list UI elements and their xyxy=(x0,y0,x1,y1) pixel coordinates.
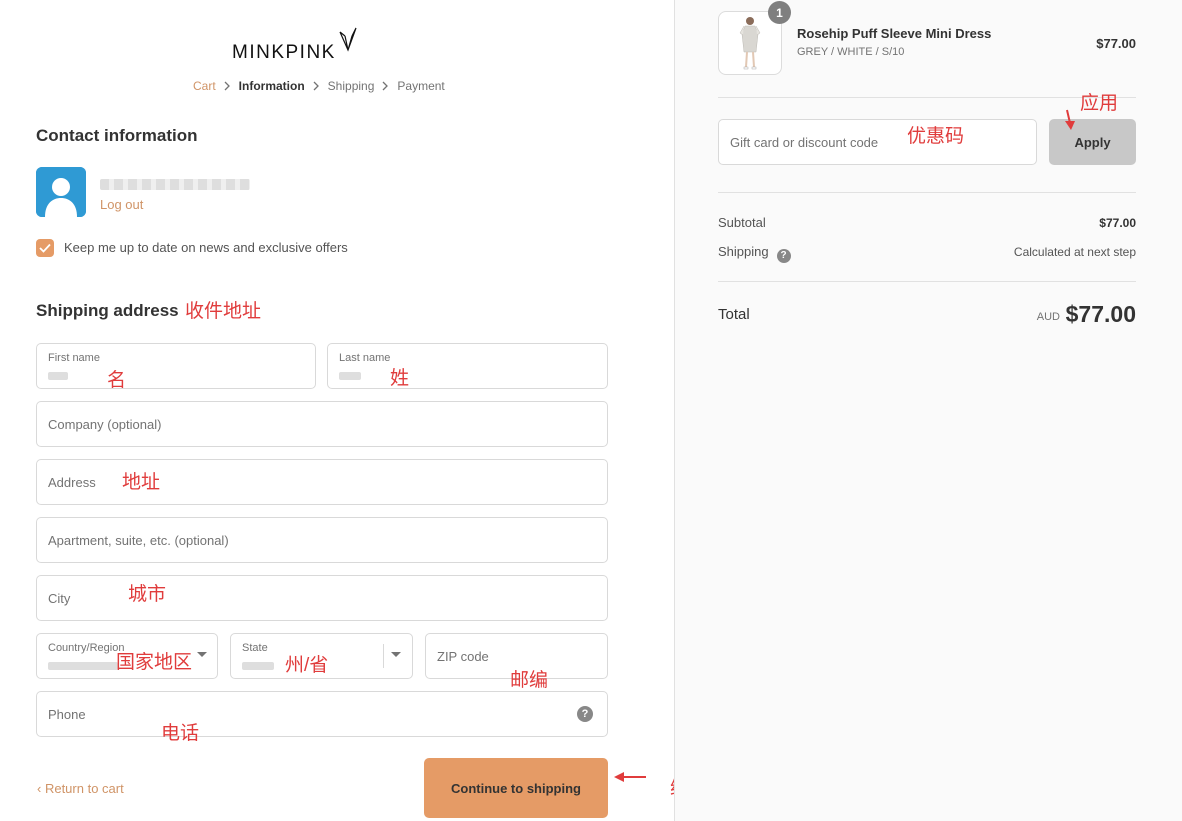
phone-placeholder: Phone xyxy=(48,706,86,722)
apartment-placeholder: Apartment, suite, etc. (optional) xyxy=(48,532,229,548)
annotation-zip: 邮编 xyxy=(510,670,549,691)
breadcrumb-cart[interactable]: Cart xyxy=(193,79,216,93)
annotation-phone: 电话 xyxy=(161,723,200,744)
annotation-arrow-down-icon xyxy=(1065,109,1075,130)
zip-placeholder: ZIP code xyxy=(437,648,489,664)
first-name-label: First name xyxy=(48,352,100,364)
annotation-last-name: 姓 xyxy=(390,368,410,389)
chevron-right-icon xyxy=(313,81,320,91)
chevron-down-icon xyxy=(391,652,401,657)
breadcrumb-shipping: Shipping xyxy=(327,79,375,93)
subtotal-value: $77.00 xyxy=(1099,216,1136,230)
chevron-right-icon xyxy=(224,81,231,91)
select-divider xyxy=(383,644,384,668)
breadcrumb-payment: Payment xyxy=(397,79,445,93)
country-value-redacted xyxy=(48,662,118,670)
product-name: Rosehip Puff Sleeve Mini Dress xyxy=(797,26,992,41)
annotation-address: 地址 xyxy=(122,472,161,493)
divider xyxy=(718,192,1136,193)
logout-link[interactable]: Log out xyxy=(100,197,143,212)
shipping-value: Calculated at next step xyxy=(1013,245,1136,259)
logo-petal-icon xyxy=(339,27,357,52)
annotation-first-name: 名 xyxy=(107,370,127,391)
phone-field[interactable]: Phone ? xyxy=(36,691,608,737)
newsletter-label: Keep me up to date on news and exclusive… xyxy=(64,240,348,255)
annotation-shipping-address: 收件地址 xyxy=(185,301,262,322)
annotation-apply: 应用 xyxy=(1080,93,1119,114)
contact-title: Contact information xyxy=(36,126,198,145)
chevron-down-icon xyxy=(197,652,207,657)
return-to-cart-label: Return to cart xyxy=(44,781,124,796)
country-label: Country/Region xyxy=(48,642,125,654)
account-email-redacted xyxy=(100,179,250,190)
chevron-left-icon: ‹ xyxy=(37,781,45,796)
avatar xyxy=(36,167,86,217)
company-placeholder: Company (optional) xyxy=(48,416,162,432)
brand-name: MINKPINK xyxy=(232,42,336,63)
first-name-value-redacted xyxy=(48,372,68,380)
shipping-row: Shipping? xyxy=(718,244,791,263)
total-label: Total xyxy=(718,306,750,323)
chevron-right-icon xyxy=(382,81,389,91)
divider xyxy=(718,97,1136,98)
state-label: State xyxy=(242,642,268,654)
last-name-field[interactable]: Last name xyxy=(327,343,608,389)
question-circle-icon[interactable]: ? xyxy=(577,706,593,722)
total-price: $77.00 xyxy=(1065,301,1136,327)
question-circle-icon[interactable]: ? xyxy=(776,248,791,263)
state-value-redacted xyxy=(242,662,274,670)
newsletter-checkbox[interactable] xyxy=(36,239,54,257)
address-placeholder: Address xyxy=(48,474,96,490)
first-name-field[interactable]: First name xyxy=(36,343,316,389)
discount-code-placeholder: Gift card or discount code xyxy=(730,134,879,150)
product-price: $77.00 xyxy=(1096,36,1136,51)
quantity-badge: 1 xyxy=(768,1,791,24)
annotation-discount: 优惠码 xyxy=(907,126,965,147)
shipping-label: Shipping xyxy=(718,244,769,259)
city-placeholder: City xyxy=(48,590,71,606)
company-field[interactable]: Company (optional) xyxy=(36,401,608,447)
checkmark-icon xyxy=(39,243,51,253)
subtotal-label: Subtotal xyxy=(718,215,766,230)
shipping-title: Shipping address xyxy=(36,301,179,320)
annotation-city: 城市 xyxy=(128,584,167,605)
annotation-country: 国家地区 xyxy=(116,652,193,673)
brand-logo[interactable]: MINKPINK xyxy=(232,22,359,62)
breadcrumb: Cart Information Shipping Payment xyxy=(193,79,445,93)
apartment-field[interactable]: Apartment, suite, etc. (optional) xyxy=(36,517,608,563)
divider xyxy=(718,281,1136,282)
checkout-main: MINKPINK Cart Information Shipping Payme… xyxy=(0,0,708,821)
continue-to-shipping-button[interactable]: Continue to shipping xyxy=(424,758,608,818)
last-name-value-redacted xyxy=(339,372,361,380)
product-variant: GREY / WHITE / S/10 xyxy=(797,46,905,58)
discount-code-field[interactable]: Gift card or discount code xyxy=(718,119,1037,165)
last-name-label: Last name xyxy=(339,352,391,364)
annotation-arrow-left-icon xyxy=(614,772,646,782)
user-avatar-icon xyxy=(36,167,86,217)
currency-code: AUD xyxy=(1036,311,1060,323)
city-field[interactable]: City xyxy=(36,575,608,621)
annotation-state: 州/省 xyxy=(285,655,329,676)
return-to-cart-link[interactable]: ‹ Return to cart xyxy=(37,781,124,796)
breadcrumb-information: Information xyxy=(238,79,305,93)
